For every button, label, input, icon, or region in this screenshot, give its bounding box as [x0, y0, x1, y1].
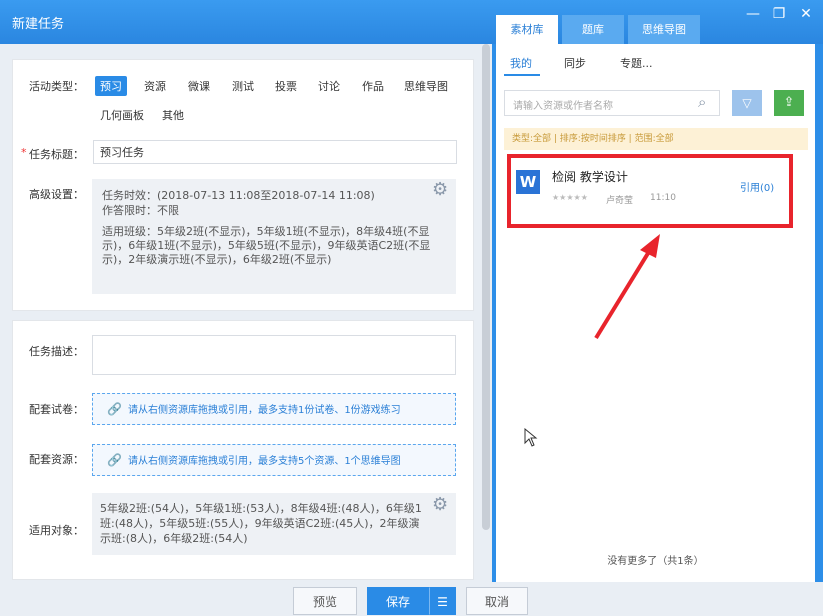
preview-button[interactable]: 预览 [293, 587, 357, 615]
annotation-arrow [594, 234, 660, 340]
cursor-icon [524, 428, 538, 447]
action-bar: 预览 保存 ☰ 取消 [0, 582, 823, 616]
save-menu-button[interactable]: ☰ [429, 587, 456, 615]
save-button[interactable]: 保存 [367, 587, 429, 615]
cancel-button[interactable]: 取消 [466, 587, 528, 615]
